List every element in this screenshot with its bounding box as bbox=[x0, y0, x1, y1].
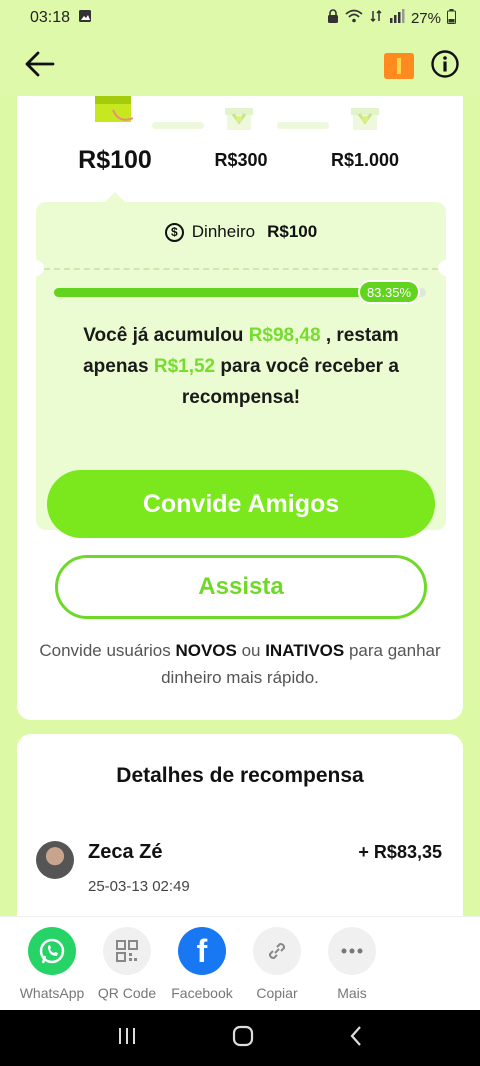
invite-hint: Convide usuários NOVOS ou INATIVOS para … bbox=[37, 637, 443, 691]
qr-code-icon bbox=[103, 927, 151, 975]
share-sheet: WhatsApp QR Code f Facebook Copiar Mais bbox=[0, 916, 480, 1010]
back-nav-icon[interactable] bbox=[349, 1025, 363, 1052]
status-time: 03:18 bbox=[30, 9, 71, 26]
status-bar: 03:18 27% bbox=[0, 0, 480, 36]
reward-type-row: $ Dinheiro R$100 bbox=[36, 202, 446, 262]
tier-pointer bbox=[105, 192, 125, 202]
share-more[interactable]: Mais bbox=[314, 927, 390, 1001]
home-icon[interactable] bbox=[232, 1025, 254, 1052]
invite-friends-button[interactable]: Convide Amigos bbox=[47, 470, 435, 538]
info-icon[interactable] bbox=[430, 49, 460, 84]
details-title: Detalhes de recompensa bbox=[116, 764, 364, 787]
progress-percent-badge: 83.35% bbox=[358, 280, 420, 304]
tier-connector bbox=[277, 122, 329, 129]
facebook-icon: f bbox=[178, 927, 226, 975]
link-icon bbox=[253, 927, 301, 975]
mobile-data-icon bbox=[369, 9, 383, 27]
battery-percent: 27% bbox=[410, 9, 441, 27]
gift-box-icon bbox=[93, 96, 134, 131]
share-label: Facebook bbox=[171, 985, 233, 1001]
app-header bbox=[0, 36, 480, 96]
whatsapp-icon bbox=[28, 927, 76, 975]
signal-icon bbox=[389, 9, 405, 27]
share-label: QR Code bbox=[97, 985, 157, 1001]
ticket-icon[interactable] bbox=[384, 53, 414, 79]
avatar bbox=[36, 841, 74, 879]
share-copy-link[interactable]: Copiar bbox=[239, 927, 315, 1001]
watch-button[interactable]: Assista bbox=[55, 555, 427, 619]
hint-part: Convide usuários bbox=[39, 641, 176, 660]
ticket-notch-right bbox=[438, 260, 454, 276]
battery-icon bbox=[447, 8, 456, 28]
share-label: WhatsApp bbox=[19, 985, 85, 1001]
share-qr-code[interactable]: QR Code bbox=[89, 927, 165, 1001]
wifi-icon bbox=[345, 9, 363, 27]
hint-new: NOVOS bbox=[175, 641, 237, 660]
lock-icon bbox=[327, 9, 339, 27]
accumulated-amount: R$98,48 bbox=[248, 325, 321, 346]
system-nav-bar bbox=[0, 1010, 480, 1066]
reward-type-label: Dinheiro bbox=[191, 222, 256, 241]
gift-box-icon bbox=[350, 104, 380, 137]
tier-label-1: R$100 bbox=[78, 146, 152, 174]
share-facebook[interactable]: f Facebook bbox=[164, 927, 240, 1001]
remaining-amount: R$1,52 bbox=[153, 356, 216, 377]
reward-message-part: Você já acumulou bbox=[83, 325, 249, 346]
share-whatsapp[interactable]: WhatsApp bbox=[14, 927, 90, 1001]
image-notification-icon bbox=[78, 9, 92, 28]
entry-amount: + R$83,35 bbox=[358, 842, 442, 862]
entry-name: Zeca Zé bbox=[88, 841, 163, 863]
recent-apps-icon[interactable] bbox=[117, 1026, 137, 1051]
gift-box-icon bbox=[224, 104, 254, 137]
back-arrow-icon[interactable] bbox=[24, 50, 56, 83]
share-label: Copiar bbox=[256, 985, 298, 1001]
ticket-notch-left bbox=[28, 260, 44, 276]
tier-label-2: R$300 bbox=[214, 150, 268, 170]
divider bbox=[44, 268, 438, 270]
hint-part: ou bbox=[236, 641, 266, 660]
tier-label-3: R$1.000 bbox=[330, 150, 400, 170]
reward-message-part: para você receber a recompensa! bbox=[181, 356, 399, 408]
dollar-coin-icon: $ bbox=[164, 222, 184, 242]
tier-connector bbox=[152, 122, 204, 129]
share-label: Mais bbox=[337, 985, 367, 1001]
reward-tiers: R$100 R$300 R$1.000 bbox=[17, 96, 463, 196]
reward-amount: R$100 bbox=[267, 222, 318, 241]
more-icon bbox=[328, 927, 376, 975]
progress-fill bbox=[54, 288, 365, 297]
hint-inactive: INATIVOS bbox=[265, 641, 345, 660]
reward-message: Você já acumulou R$98,48 , restam apenas… bbox=[56, 320, 426, 413]
entry-date: 25-03-13 02:49 bbox=[88, 878, 190, 895]
reward-details-card: Detalhes de recompensa Zeca Zé 25-03-13 … bbox=[17, 734, 463, 934]
invite-card: R$100 R$300 R$1.000 $ Dinheiro R$100 83.… bbox=[17, 96, 463, 720]
